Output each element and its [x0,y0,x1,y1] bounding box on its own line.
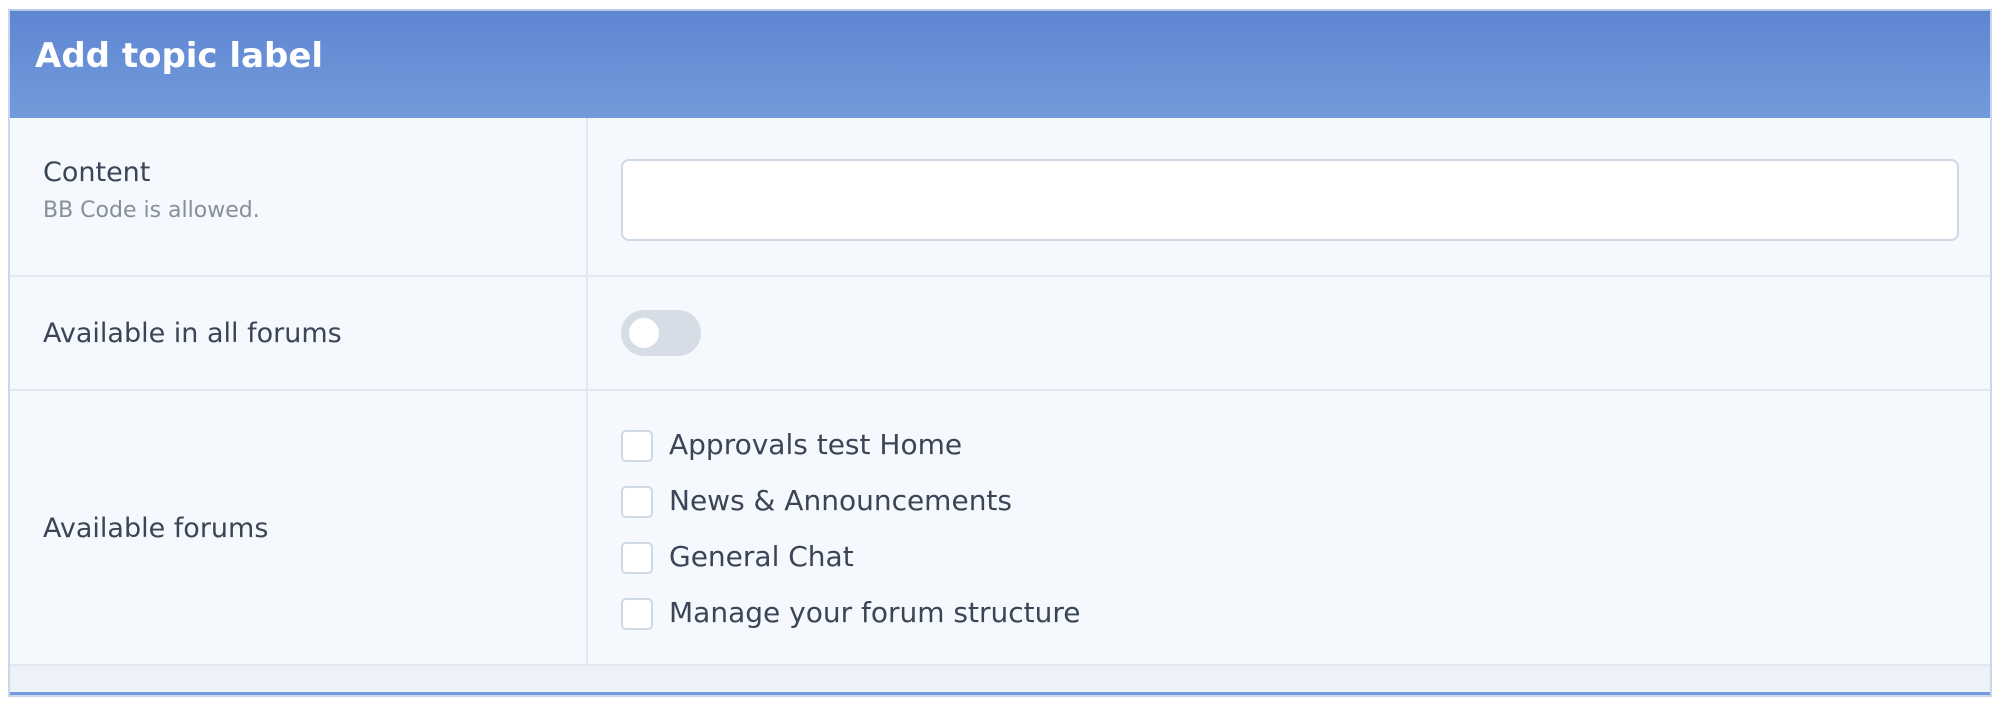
forum-checkbox[interactable] [621,542,653,574]
forum-option-manage-forum-structure[interactable]: Manage your forum structure [621,597,1221,631]
content-row: Content BB Code is allowed. [10,118,1990,277]
panel-title: Add topic label [35,36,324,76]
available-in-all-forums-row: Available in all forums [10,277,1990,391]
forum-option-approvals-test-home[interactable]: Approvals test Home [621,429,1221,463]
toggle-knob [629,318,659,348]
footer-accent-line [10,692,1990,695]
forum-checkbox[interactable] [621,430,653,462]
forum-option-label: Manage your forum structure [669,596,1081,629]
add-topic-label-panel: Add topic label Content BB Code is allow… [8,9,1992,697]
forum-option-label: Approvals test Home [669,428,963,461]
available-in-all-forums-label: Available in all forums [43,318,342,349]
forum-option-label: General Chat [669,540,854,573]
forum-checkbox[interactable] [621,598,653,630]
available-forums-label: Available forums [43,513,269,544]
content-input[interactable] [621,159,1959,241]
panel-footer [10,666,1990,695]
forum-checkbox[interactable] [621,486,653,518]
forum-option-news-announcements[interactable]: News & Announcements [621,485,1221,519]
forum-option-label: News & Announcements [669,484,1012,517]
content-hint: BB Code is allowed. [43,198,260,223]
content-label: Content [43,157,151,188]
forum-option-general-chat[interactable]: General Chat [621,541,1221,575]
panel-header: Add topic label [10,11,1990,118]
available-in-all-forums-toggle[interactable] [621,310,701,356]
available-forums-row: Available forums Approvals test Home New… [10,391,1990,666]
